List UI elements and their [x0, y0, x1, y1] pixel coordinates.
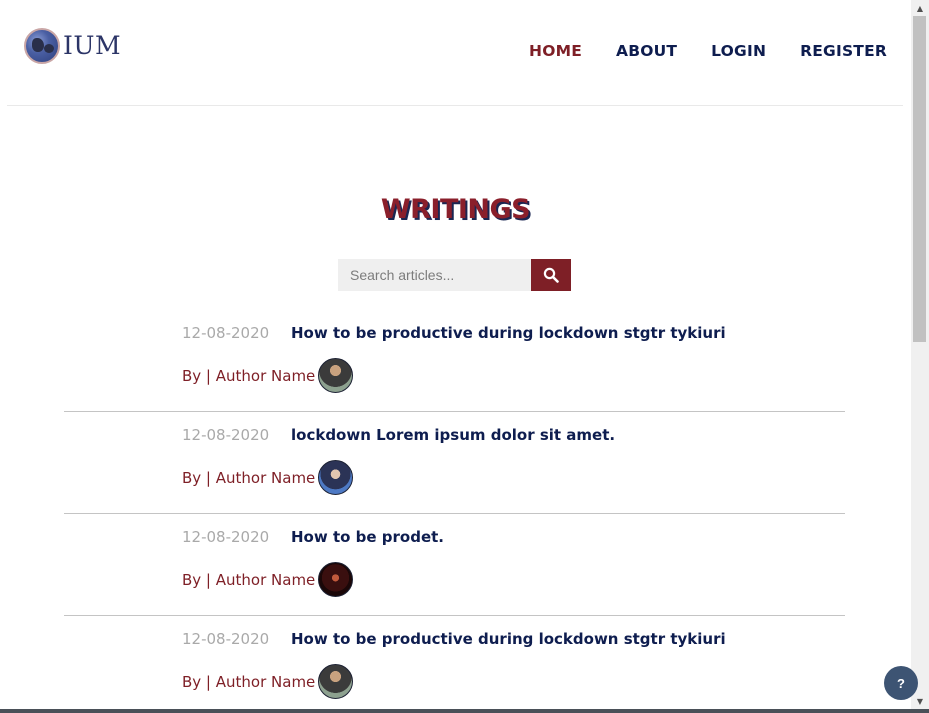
vertical-scrollbar[interactable]: ▲ ▼ — [911, 0, 929, 709]
article-byline: By | Author Name — [182, 469, 316, 487]
article-date: 12-08-2020 — [182, 324, 270, 342]
article-byline: By | Author Name — [182, 367, 316, 385]
article-item: 12-08-2020 How to be prodet. By | Author… — [64, 514, 845, 616]
article-date: 12-08-2020 — [182, 426, 270, 444]
article-item: 12-08-2020 lockdown Lorem ipsum dolor si… — [64, 412, 845, 514]
search-bar — [338, 259, 571, 291]
nav-login[interactable]: LOGIN — [711, 42, 766, 60]
search-button[interactable] — [531, 259, 571, 291]
scroll-up-arrow-icon[interactable]: ▲ — [911, 0, 929, 16]
page-title: WRITINGS — [380, 194, 531, 225]
help-button[interactable]: ? — [884, 666, 918, 700]
site-header: IUM HOME ABOUT LOGIN REGISTER — [7, 0, 903, 106]
brand-name: IUM — [63, 31, 122, 60]
article-title[interactable]: How to be productive during lockdown stg… — [291, 324, 726, 342]
globe-icon — [24, 28, 60, 64]
author-avatar — [318, 562, 353, 597]
article-byline: By | Author Name — [182, 571, 316, 589]
nav-about[interactable]: ABOUT — [616, 42, 677, 60]
logo-text: IUM — [63, 33, 121, 59]
scrollbar-thumb[interactable] — [913, 16, 926, 342]
scroll-down-arrow-icon[interactable]: ▼ — [911, 693, 929, 709]
article-byline: By | Author Name — [182, 673, 316, 691]
browser-viewport: IUM HOME ABOUT LOGIN REGISTER WRITINGS 1… — [0, 0, 911, 709]
site-logo[interactable]: IUM — [24, 26, 124, 66]
author-avatar — [318, 460, 353, 495]
search-input[interactable] — [338, 259, 531, 291]
nav-home[interactable]: HOME — [529, 42, 582, 60]
nav-register[interactable]: REGISTER — [800, 42, 887, 60]
article-item: 12-08-2020 How to be productive during l… — [64, 310, 845, 412]
article-title[interactable]: How to be productive during lockdown stg… — [291, 630, 726, 648]
article-date: 12-08-2020 — [182, 630, 270, 648]
article-date: 12-08-2020 — [182, 528, 270, 546]
main-nav: HOME ABOUT LOGIN REGISTER — [495, 42, 887, 60]
search-icon — [543, 267, 559, 283]
article-title[interactable]: How to be prodet. — [291, 528, 444, 546]
author-avatar — [318, 664, 353, 699]
article-item: 12-08-2020 How to be productive during l… — [64, 616, 845, 709]
article-list: 12-08-2020 How to be productive during l… — [64, 310, 845, 709]
article-title[interactable]: lockdown Lorem ipsum dolor sit amet. — [291, 426, 615, 444]
author-avatar — [318, 358, 353, 393]
